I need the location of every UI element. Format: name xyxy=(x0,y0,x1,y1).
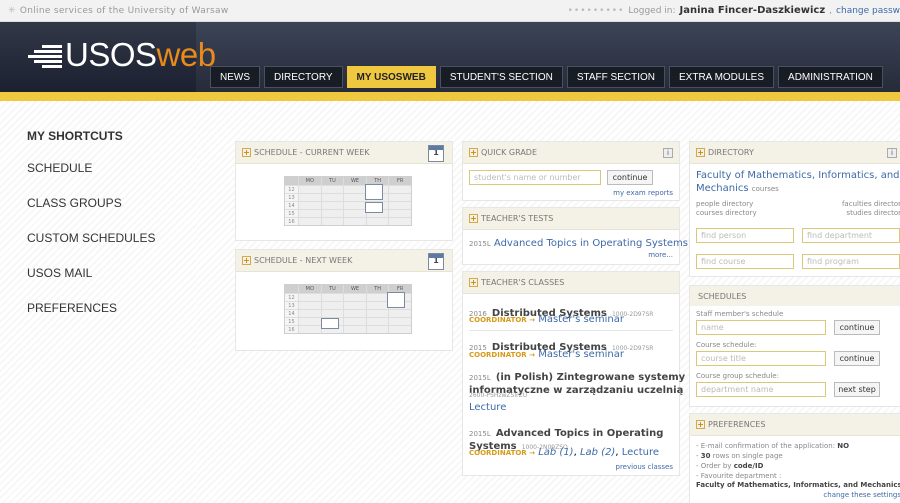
user-name: Janina Fincer-Daszkiewicz xyxy=(679,5,826,16)
tab-administration[interactable]: ADMINISTRATION xyxy=(778,66,883,88)
tab-my-usosweb[interactable]: MY USOSWEB xyxy=(346,66,436,88)
find-department-input[interactable]: find department xyxy=(802,228,900,243)
logo-area: USOS web xyxy=(0,22,216,92)
box-header[interactable]: + SCHEDULE - CURRENT WEEK xyxy=(236,142,452,164)
class-group-link[interactable]: Master's seminar xyxy=(538,349,624,360)
nav-underline xyxy=(0,92,900,101)
schedule-event[interactable] xyxy=(365,184,383,200)
course-schedule-continue-button[interactable]: continue xyxy=(834,351,880,366)
mini-schedule[interactable]: MO TU WE TH FR 12 13 14 15 16 xyxy=(284,176,412,226)
next-step-button[interactable]: next step xyxy=(834,382,880,397)
student-search-input[interactable]: student's name or number xyxy=(469,170,601,185)
main-nav: NEWS DIRECTORY MY USOSWEB STUDENT'S SECT… xyxy=(210,66,887,88)
expand-icon[interactable]: + xyxy=(469,148,478,157)
coordinator-label: COORDINATOR → xyxy=(469,351,535,359)
tab-news[interactable]: NEWS xyxy=(210,66,260,88)
tab-extra-modules[interactable]: EXTRA MODULES xyxy=(669,66,775,88)
expand-icon[interactable]: + xyxy=(242,256,251,265)
sidebar-item-my-shortcuts[interactable]: MY SHORTCUTS xyxy=(27,129,123,143)
find-course-input[interactable]: find course xyxy=(696,254,794,269)
divider xyxy=(469,330,673,331)
header: USOS web NEWS DIRECTORY MY USOSWEB STUDEN… xyxy=(0,22,900,92)
box-header[interactable]: + QUICK GRADE i xyxy=(463,142,679,164)
people-directory-link[interactable]: people directory xyxy=(696,200,753,208)
calendar-icon[interactable]: 1 xyxy=(428,253,444,270)
change-settings-link[interactable]: change these settings xyxy=(823,491,900,499)
login-info: ••••••••• Logged in: Janina Fincer-Daszk… xyxy=(567,5,900,16)
calendar-icon[interactable]: 1 xyxy=(428,145,444,162)
faculty-link[interactable]: Faculty of Mathematics, Informatics, and xyxy=(696,170,900,181)
expand-icon[interactable]: + xyxy=(696,420,705,429)
studies-directory-link[interactable]: studies director xyxy=(846,209,900,217)
change-password-link[interactable]: change passw xyxy=(836,6,900,16)
box-header[interactable]: + TEACHER'S CLASSES xyxy=(463,272,679,294)
tab-students-section[interactable]: STUDENT'S SECTION xyxy=(439,66,563,88)
schedule-event[interactable] xyxy=(365,202,383,213)
test-item: 2015L Advanced Topics in Operating Syste… xyxy=(469,238,688,249)
quick-grade-box: + QUICK GRADE i student's name or number c… xyxy=(462,141,680,201)
quick-grade-continue-button[interactable]: continue xyxy=(607,170,653,185)
find-person-input[interactable]: find person xyxy=(696,228,794,243)
faculties-directory-link[interactable]: faculties director xyxy=(842,200,900,208)
courses-directory-link[interactable]: courses directory xyxy=(696,209,757,217)
top-bar: ✳ Online services of the University of Wa… xyxy=(0,0,900,22)
course-schedule-input[interactable]: course title xyxy=(696,351,826,366)
box-header[interactable]: + DIRECTORY i xyxy=(690,142,900,164)
expand-icon[interactable]: + xyxy=(696,148,705,157)
sidebar: MY SHORTCUTS SCHEDULE CLASS GROUPS CUSTO… xyxy=(0,101,197,503)
staff-schedule-continue-button[interactable]: continue xyxy=(834,320,880,335)
coordinator-label: COORDINATOR → xyxy=(469,449,535,457)
lab-2-link[interactable]: Lab (2) xyxy=(580,447,615,458)
exam-reports-link[interactable]: my exam reports xyxy=(613,189,673,197)
sidebar-item-preferences[interactable]: PREFERENCES xyxy=(27,301,117,315)
main-content: + SCHEDULE - CURRENT WEEK 1 MO TU WE TH FR 12… xyxy=(197,101,900,503)
preferences-box: + PREFERENCES - E-mail confirmation of th… xyxy=(689,413,900,503)
sidebar-item-usos-mail[interactable]: USOS MAIL xyxy=(27,266,92,280)
expand-icon[interactable]: + xyxy=(469,278,478,287)
university-logo-icon: ✳ xyxy=(8,6,16,16)
info-icon[interactable]: i xyxy=(887,147,897,158)
box-header[interactable]: + SCHEDULE - NEXT WEEK xyxy=(236,250,452,272)
sidebar-item-schedule[interactable]: SCHEDULE xyxy=(27,161,92,175)
test-link[interactable]: Advanced Topics in Operating Systems xyxy=(494,238,688,249)
schedule-next-week-box: + SCHEDULE - NEXT WEEK 1 MO TU WE TH FR 12 13… xyxy=(235,249,453,351)
expand-icon[interactable]: + xyxy=(242,148,251,157)
expand-icon[interactable]: + xyxy=(469,214,478,223)
info-icon[interactable]: i xyxy=(663,147,673,158)
teachers-classes-box: + TEACHER'S CLASSES 2016 Distributed Syst… xyxy=(462,271,685,476)
coordinator-label: COORDINATOR → xyxy=(469,316,535,324)
box-header[interactable]: + PREFERENCES xyxy=(690,414,900,436)
schedules-title: SCHEDULES xyxy=(690,286,900,306)
find-program-input[interactable]: find program xyxy=(802,254,900,269)
sidebar-item-class-groups[interactable]: CLASS GROUPS xyxy=(27,196,122,210)
staff-schedule-input[interactable]: name xyxy=(696,320,826,335)
logo-mark-icon xyxy=(28,41,62,69)
lecture-link[interactable]: Lecture xyxy=(622,447,659,458)
sidebar-item-custom-schedules[interactable]: CUSTOM SCHEDULES xyxy=(27,231,155,245)
directory-box: + DIRECTORY i Faculty of Mathematics, Info… xyxy=(689,141,900,277)
class-group-link[interactable]: Lecture xyxy=(469,402,506,413)
class-group-link[interactable]: Master's seminar xyxy=(538,314,624,325)
schedule-event[interactable] xyxy=(387,292,405,308)
schedule-event[interactable] xyxy=(321,318,339,329)
teachers-tests-box: + TEACHER'S TESTS 2015L Advanced Topics i… xyxy=(462,207,688,265)
tab-directory[interactable]: DIRECTORY xyxy=(264,66,343,88)
lab-1-link[interactable]: Lab (1) xyxy=(538,447,573,458)
schedules-box: SCHEDULES Staff member's schedule name c… xyxy=(689,285,900,407)
previous-classes-link[interactable]: previous classes xyxy=(616,463,673,471)
box-header[interactable]: + TEACHER'S TESTS xyxy=(463,208,679,230)
schedule-current-week-box: + SCHEDULE - CURRENT WEEK 1 MO TU WE TH FR 12… xyxy=(235,141,453,241)
usosweb-logo[interactable]: USOS web xyxy=(28,36,216,74)
group-schedule-input[interactable]: department name xyxy=(696,382,826,397)
tab-staff-section[interactable]: STAFF SECTION xyxy=(566,66,665,88)
more-tests-link[interactable]: more... xyxy=(648,251,673,259)
faculty-link[interactable]: Mechanics xyxy=(696,183,749,194)
site-name: ✳ Online services of the University of Wa… xyxy=(8,6,229,16)
